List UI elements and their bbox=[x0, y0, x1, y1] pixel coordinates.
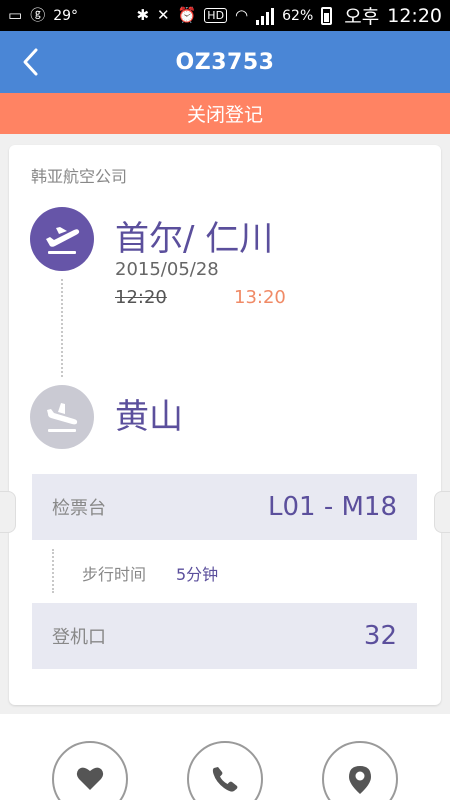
status-bar-right: ✱ ✕ ⏰ HD ◠ 62% 오후 12:20 bbox=[136, 2, 442, 29]
status-bar: ▭ ⓖ 29° ✱ ✕ ⏰ HD ◠ 62% 오후 12:20 bbox=[0, 0, 450, 31]
status-time: 12:20 bbox=[387, 4, 442, 27]
flight-date: 2015/05/28 bbox=[115, 259, 219, 280]
departure-badge bbox=[30, 207, 94, 271]
checkin-closed-banner: 关闭登记 bbox=[0, 93, 450, 134]
arrival-badge bbox=[30, 385, 94, 449]
checkin-counter-row: 检票台 L01 - M18 bbox=[32, 474, 417, 540]
hd-indicator: HD bbox=[204, 8, 228, 23]
walk-time-value: 5分钟 bbox=[176, 565, 219, 584]
plane-takeoff-icon bbox=[46, 227, 80, 254]
chevron-left-icon bbox=[23, 48, 38, 76]
scheduled-time: 12:20 bbox=[115, 287, 167, 308]
flight-card: 韩亚航空公司 首尔/ 仁川 2015/05/28 12:20 13:20 黄山 … bbox=[9, 145, 441, 705]
gate-label: 登机口 bbox=[52, 627, 106, 648]
status-bar-left: ▭ ⓖ 29° bbox=[8, 8, 78, 24]
g-app-icon: ⓖ bbox=[30, 6, 46, 24]
walk-connector bbox=[52, 549, 54, 593]
message-icon: ▭ bbox=[8, 6, 23, 24]
alarm-icon: ⏰ bbox=[177, 6, 197, 24]
status-ampm: 오후 bbox=[344, 6, 380, 28]
location-button[interactable] bbox=[322, 741, 398, 800]
gate-value: 32 bbox=[363, 621, 397, 651]
walk-time-label: 步行时间 bbox=[82, 565, 147, 584]
battery-icon bbox=[321, 6, 333, 25]
page-title: OZ3753 bbox=[175, 49, 275, 75]
plane-landing-icon bbox=[47, 403, 78, 432]
heart-icon bbox=[76, 767, 104, 790]
wifi-icon: ◠ bbox=[235, 6, 249, 24]
ticket-notch-left bbox=[0, 491, 16, 533]
call-button[interactable] bbox=[187, 741, 263, 800]
back-button[interactable] bbox=[12, 43, 48, 81]
phone-icon bbox=[212, 767, 238, 792]
action-bar bbox=[0, 714, 450, 800]
mute-icon: ✕ bbox=[157, 6, 170, 24]
battery-percent: 62% bbox=[282, 7, 314, 24]
favorite-button[interactable] bbox=[52, 741, 128, 800]
app-header: OZ3753 bbox=[0, 31, 450, 93]
counter-label: 检票台 bbox=[52, 498, 106, 519]
arrival-city: 黄山 bbox=[115, 397, 183, 437]
map-pin-icon bbox=[349, 766, 371, 794]
ticket-notch-right bbox=[434, 491, 450, 533]
counter-value: L01 - M18 bbox=[268, 492, 397, 522]
actual-time: 13:20 bbox=[234, 287, 286, 308]
timeline-connector bbox=[61, 279, 63, 377]
gate-row: 登机口 32 bbox=[32, 603, 417, 669]
bluetooth-icon: ✱ bbox=[136, 6, 150, 24]
signal-icon bbox=[256, 7, 275, 25]
temperature-text: 29° bbox=[53, 7, 79, 24]
airline-name: 韩亚航空公司 bbox=[31, 167, 128, 186]
departure-city: 首尔/ 仁川 bbox=[115, 219, 274, 259]
